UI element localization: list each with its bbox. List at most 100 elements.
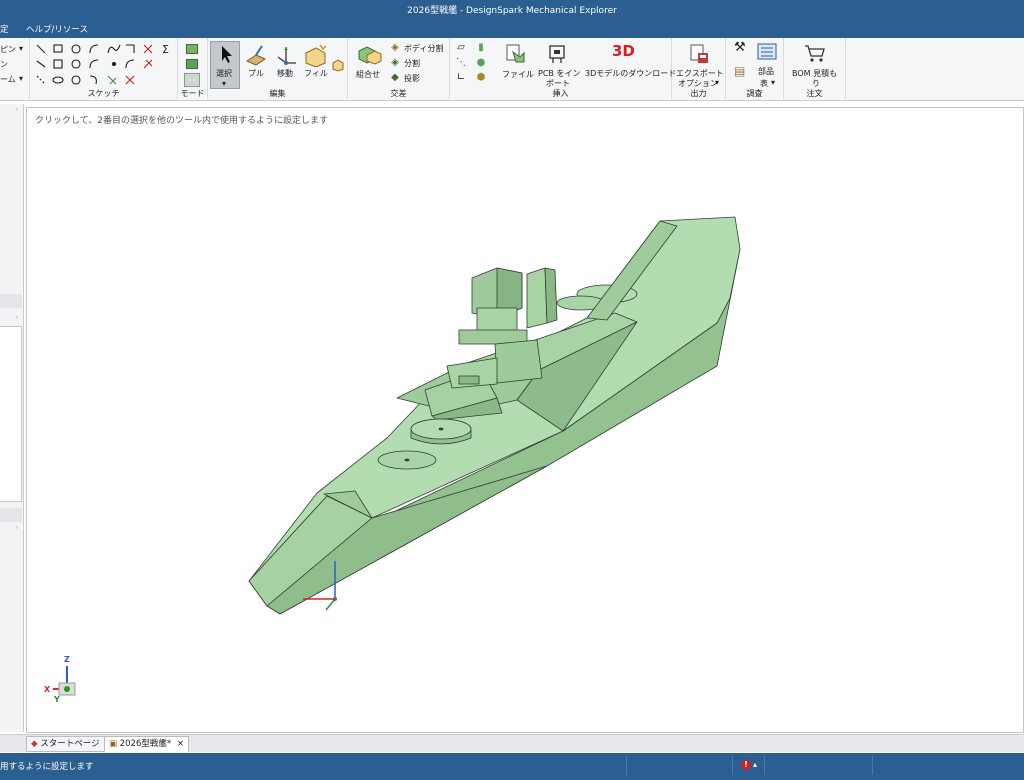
group-label-output: 出力: [690, 89, 707, 98]
chevron-up-icon[interactable]: ▴: [753, 760, 757, 769]
sigma-icon: Σ: [162, 43, 169, 56]
status-bar: 用するように設定します ! ▴: [0, 753, 1024, 780]
ribbon-group-mode: モード: [178, 38, 208, 101]
circle-icon: [71, 44, 81, 54]
partial-label-2[interactable]: ン: [0, 59, 8, 70]
status-divider: [764, 756, 765, 775]
measure-icon[interactable]: ⚒: [734, 41, 746, 54]
split-label[interactable]: 分割: [404, 58, 420, 69]
file-label[interactable]: ファイル: [502, 69, 534, 80]
error-icon[interactable]: !: [741, 760, 751, 770]
pull-icon[interactable]: [244, 43, 268, 67]
tab-start-page[interactable]: ◆ スタートページ: [26, 736, 105, 752]
split-body-icon[interactable]: ◈: [390, 43, 400, 53]
parts-list-icon[interactable]: [756, 42, 778, 62]
3d-mode-icon[interactable]: [184, 73, 200, 87]
panel-header: [0, 294, 22, 308]
arc-icon: [89, 44, 99, 54]
menu-item-help[interactable]: ヘルプ/リソース: [26, 23, 88, 35]
construction-line-icon: [36, 75, 46, 85]
status-divider: [732, 756, 733, 775]
fill-label[interactable]: フィル: [304, 68, 328, 79]
pin-icon[interactable]: ◦: [15, 106, 19, 114]
cart-icon[interactable]: [803, 43, 827, 63]
triad-x-label: X: [44, 685, 51, 694]
fill-icon[interactable]: [302, 43, 328, 67]
section-mode-icon[interactable]: [186, 59, 198, 69]
title-bar: 2026型戦艦 - DesignSpark Mechanical Explore…: [0, 0, 1024, 19]
cross-icon: [125, 75, 135, 85]
3d-download-icon[interactable]: 3D: [612, 42, 635, 60]
status-divider: [872, 756, 873, 775]
ribbon-group-output: エクスポート オプション ▾ 出力: [672, 38, 726, 101]
close-icon[interactable]: ×: [177, 739, 184, 749]
square-icon: [53, 59, 63, 69]
chevron-down-icon[interactable]: ▾: [715, 78, 719, 87]
parts-list-label-1[interactable]: 部品: [758, 66, 774, 77]
combine-label[interactable]: 組合せ: [356, 69, 380, 80]
pin-icon[interactable]: ◦: [15, 314, 19, 322]
project-icon[interactable]: ◆: [390, 73, 400, 83]
view-triad[interactable]: Z X Y: [41, 653, 85, 704]
sketch-mode-icon[interactable]: [186, 44, 198, 54]
window-title: 2026型戦艦 - DesignSpark Mechanical Explore…: [407, 6, 617, 16]
combine-icon[interactable]: [356, 43, 382, 65]
download-3d-label[interactable]: 3Dモデルのダウンロード: [585, 68, 676, 79]
ribbon-group-edit: 選択 ▾ プル 移動 フィル 編集: [208, 38, 348, 101]
sweep-arc-icon: [89, 59, 99, 69]
line-icon: [36, 44, 46, 54]
pcb-import-icon[interactable]: [546, 43, 568, 65]
pull-label[interactable]: プル: [248, 68, 264, 79]
options-panel: [0, 326, 22, 502]
export-icon[interactable]: [688, 43, 710, 65]
menu-bar: 定 ヘルプ/リソース: [0, 19, 1024, 38]
axis-icon[interactable]: ⋱: [456, 58, 466, 68]
pin-icon[interactable]: ◦: [15, 524, 19, 532]
extend-icon: [143, 59, 153, 69]
chevron-down-icon[interactable]: ▾: [771, 78, 775, 87]
circle-3pt-icon: [71, 59, 81, 69]
select-button[interactable]: 選択 ▾: [210, 41, 240, 89]
ellipse-icon: [52, 76, 64, 84]
tangent-arc-icon: [125, 59, 135, 69]
ribbon: ピン ン ーム ▾ ▾ Σ スケッチ モード 選択 ▾ プル 移動 フィル 編集…: [0, 38, 1024, 101]
box-icon[interactable]: [331, 58, 345, 72]
project-label[interactable]: 投影: [404, 73, 420, 84]
offset-icon: [107, 75, 117, 85]
ribbon-group-insert: ▱ ⋱ ∟ ▮ ● ⬢ ファイル PCB をイン ポート 3D 3Dモデルのダウ…: [450, 38, 676, 101]
polygon-icon: [71, 75, 81, 85]
group-label-edit: 編集: [269, 89, 286, 98]
partial-label-1[interactable]: ピン: [0, 44, 16, 55]
design-canvas[interactable]: クリックして、2番目の選択を他のツール内で使用するように設定します Z X Y: [26, 107, 1024, 733]
bom-icon[interactable]: ▤: [734, 65, 745, 77]
menu-item-settings[interactable]: 定: [0, 23, 9, 35]
file-insert-icon[interactable]: [504, 43, 526, 65]
dropdown-arrow-icon[interactable]: ▾: [19, 74, 23, 83]
sphere-icon[interactable]: ●: [476, 58, 486, 68]
status-message: 用するように設定します: [0, 762, 94, 772]
select-cursor-icon: [222, 46, 232, 63]
group-label-inspect: 調査: [746, 89, 763, 98]
sketch-tools: Σ: [36, 43, 169, 85]
three-point-arc-icon: [89, 75, 97, 85]
split-body-label[interactable]: ボディ分割: [404, 43, 443, 54]
ribbon-group-inspect: ⚒ ▤ 部品 表 ▾ 調査: [726, 38, 784, 101]
document-icon: ▣: [109, 739, 118, 749]
cylinder-icon[interactable]: ▮: [476, 43, 486, 53]
move-icon[interactable]: [274, 43, 298, 67]
move-label[interactable]: 移動: [277, 68, 293, 79]
polyline-icon: [36, 60, 46, 68]
component-icon[interactable]: ⬢: [476, 73, 486, 83]
tab-document[interactable]: ▣ 2026型戦艦* ×: [104, 736, 189, 752]
ribbon-group-partial: ピン ン ーム ▾ ▾: [0, 38, 30, 101]
split-icon[interactable]: ◈: [390, 58, 400, 68]
origin-icon[interactable]: ∟: [456, 73, 466, 83]
status-divider: [626, 756, 627, 775]
panel-header: [0, 508, 22, 522]
partial-label-3[interactable]: ーム: [0, 74, 16, 85]
corner-arc-icon: [126, 44, 135, 53]
dropdown-arrow-icon[interactable]: ▾: [19, 44, 23, 53]
battleship-model[interactable]: [27, 108, 1024, 734]
plane-icon[interactable]: ▱: [456, 43, 466, 53]
rectangle-icon: [53, 44, 63, 53]
